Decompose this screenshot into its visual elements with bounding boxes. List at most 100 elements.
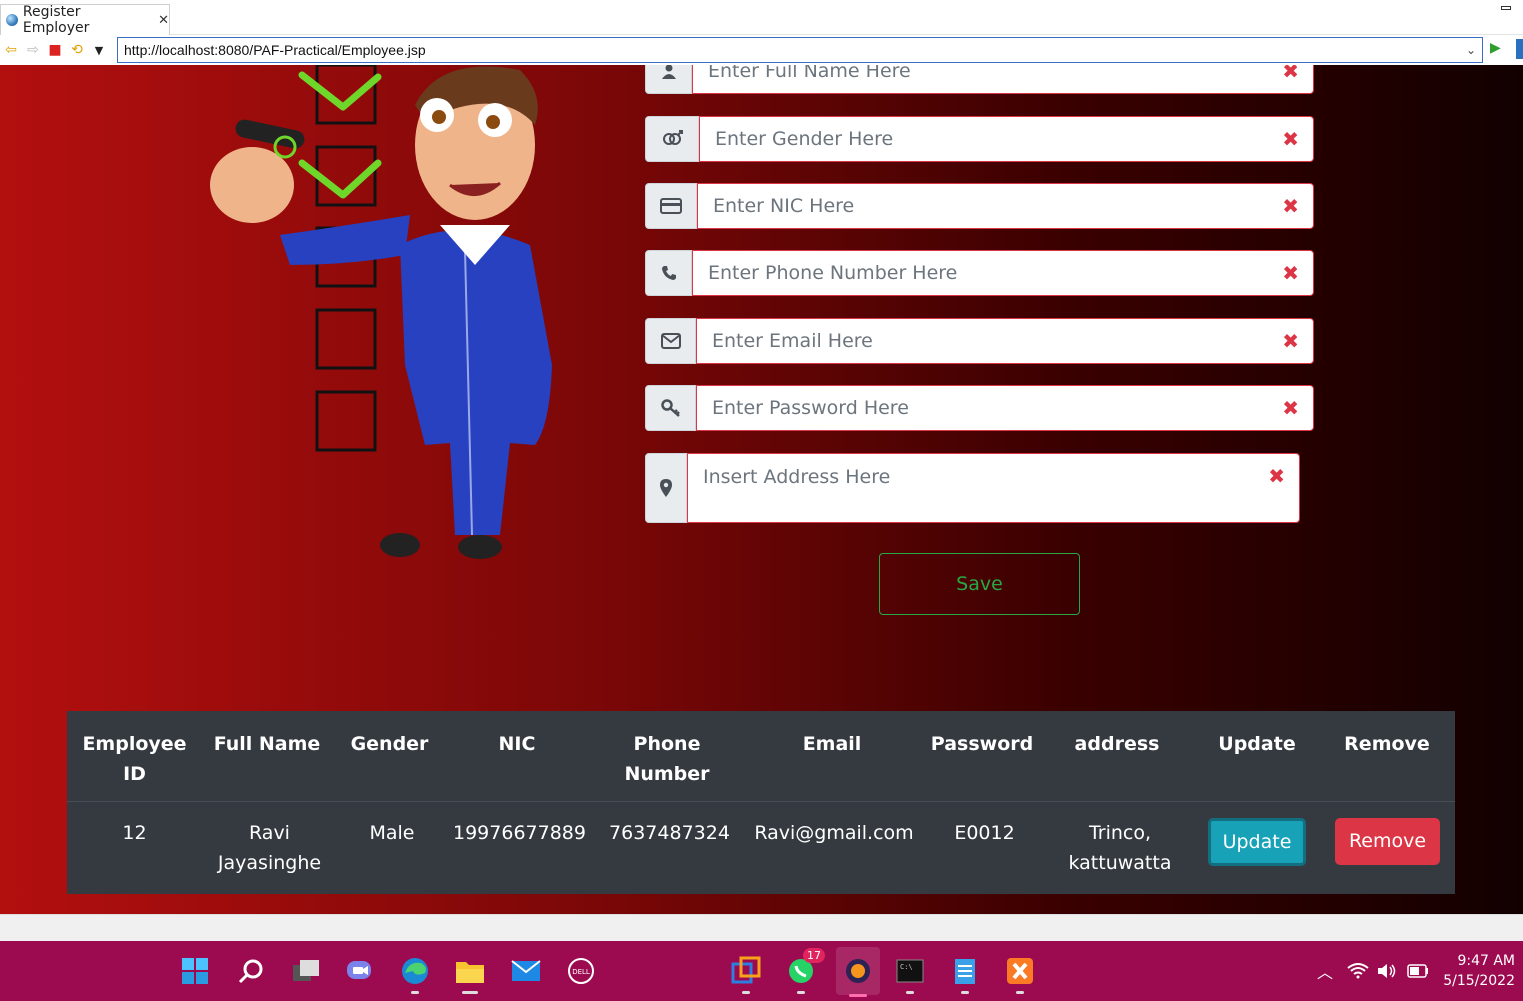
header-phone-number: Phone Number: [624, 733, 710, 785]
page-content: Enter Full Name Here ✖ Enter Gender Here…: [0, 65, 1523, 914]
gender-icon: [645, 116, 699, 162]
running-indicator: [411, 991, 419, 994]
clear-icon[interactable]: ✖: [1282, 386, 1299, 430]
address-placeholder: Insert Address Here: [703, 466, 891, 488]
header-gender: Gender: [350, 733, 429, 755]
forward-arrow-icon[interactable]: ⇨: [22, 42, 44, 58]
side-panel-handle: [1516, 39, 1523, 59]
windows-start-icon[interactable]: [180, 956, 210, 986]
clear-icon[interactable]: ✖: [1282, 184, 1299, 228]
table-header: Employee ID Full Name Gender NIC Phone N…: [67, 711, 1455, 802]
terminal-icon[interactable]: C:\: [895, 956, 925, 994]
email-input[interactable]: Enter Email Here ✖: [696, 318, 1314, 364]
running-indicator: [742, 991, 750, 994]
battery-icon[interactable]: [1403, 956, 1433, 986]
password-row: Enter Password Here ✖: [645, 385, 1314, 431]
cell-gender: Male: [369, 822, 415, 844]
key-icon: [645, 385, 696, 431]
running-indicator: [462, 991, 478, 994]
full-name-input[interactable]: Enter Full Name Here ✖: [692, 65, 1314, 94]
volume-icon[interactable]: [1372, 956, 1402, 986]
header-password: Password: [930, 733, 1034, 755]
mail-icon[interactable]: [511, 956, 541, 986]
header-remove: Remove: [1344, 733, 1430, 755]
clear-icon[interactable]: ✖: [1268, 466, 1285, 486]
id-card-icon: [645, 183, 697, 229]
search-icon[interactable]: [236, 956, 266, 986]
browser-status-bar: [0, 914, 1523, 941]
phone-icon: [645, 250, 692, 296]
map-pin-icon: [645, 453, 687, 523]
close-tab-icon[interactable]: ✕: [158, 13, 169, 28]
eclipse-ide-icon[interactable]: [836, 947, 880, 997]
header-nic: NIC: [498, 733, 536, 755]
clear-icon[interactable]: ✖: [1282, 319, 1299, 363]
cell-password: E0012: [954, 822, 1015, 844]
clear-icon[interactable]: ✖: [1282, 251, 1299, 295]
chevron-up-icon[interactable]: ︿: [1310, 956, 1340, 986]
system-clock[interactable]: 9:47 AM 5/15/2022: [1440, 951, 1515, 991]
url-bar[interactable]: http://localhost:8080/PAF-Practical/Empl…: [117, 37, 1483, 63]
remove-button[interactable]: Remove: [1335, 818, 1440, 865]
file-explorer-icon[interactable]: [455, 956, 485, 994]
gender-input[interactable]: Enter Gender Here ✖: [699, 116, 1314, 162]
email-row: Enter Email Here ✖: [645, 318, 1314, 364]
nic-row: Enter NIC Here ✖: [645, 183, 1314, 229]
notepad-icon[interactable]: [950, 956, 980, 994]
phone-input[interactable]: Enter Phone Number Here ✖: [692, 250, 1314, 296]
cell-email: Ravi@gmail.com: [754, 822, 914, 844]
user-icon: [645, 65, 692, 94]
header-full-name: Full Name: [213, 733, 321, 755]
virtual-machine-icon[interactable]: [731, 956, 761, 994]
header-update: Update: [1218, 733, 1296, 755]
browser-nav-bar: ⇦ ⇨ ■ ⟲ ▼ http://localhost:8080/PAF-Prac…: [0, 35, 1523, 65]
header-employee-id: Employee ID: [82, 733, 187, 785]
full-name-row: Enter Full Name Here ✖: [645, 65, 1314, 94]
cell-phone: 7637487324: [609, 822, 730, 844]
clear-icon[interactable]: ✖: [1282, 117, 1299, 161]
svg-text:DELL: DELL: [572, 968, 590, 976]
refresh-icon[interactable]: ⟲: [66, 42, 88, 58]
save-button[interactable]: Save: [879, 553, 1080, 615]
task-view-icon[interactable]: [291, 956, 321, 986]
chevron-down-icon[interactable]: ⌄: [1466, 38, 1476, 62]
update-button[interactable]: Update: [1208, 818, 1306, 866]
cell-nic: 19976677889: [453, 822, 586, 844]
edge-browser-icon[interactable]: [400, 956, 430, 994]
clock-date: 5/15/2022: [1443, 973, 1515, 989]
back-arrow-icon[interactable]: ⇦: [0, 42, 22, 58]
running-indicator: [906, 991, 914, 994]
go-icon[interactable]: ▶: [1490, 40, 1501, 56]
svg-text:C:\: C:\: [900, 963, 913, 971]
tab-title: Register Employer: [22, 4, 90, 36]
xampp-icon[interactable]: [1005, 956, 1035, 994]
nic-placeholder: Enter NIC Here: [713, 195, 855, 217]
nic-input[interactable]: Enter NIC Here ✖: [697, 183, 1314, 229]
gender-row: Enter Gender Here ✖: [645, 116, 1314, 162]
notification-badge: 17: [803, 948, 825, 963]
running-indicator: [961, 991, 969, 994]
stop-icon[interactable]: ■: [44, 42, 66, 58]
windows-taskbar: DELL 17 C:\ ︿ 9:47 AM 5/15/2022: [0, 941, 1523, 1001]
teams-chat-icon[interactable]: [345, 956, 375, 986]
password-input[interactable]: Enter Password Here ✖: [696, 385, 1314, 431]
address-row: Insert Address Here ✖: [645, 453, 1300, 523]
running-indicator: [1016, 991, 1024, 994]
cell-full-name: Ravi Jayasinghe: [217, 822, 322, 874]
minimize-icon[interactable]: [1501, 6, 1511, 10]
url-text: http://localhost:8080/PAF-Practical/Empl…: [124, 42, 426, 58]
globe-icon: [6, 14, 18, 26]
clock-time: 9:47 AM: [1457, 953, 1515, 969]
running-indicator: [797, 991, 805, 994]
history-dropdown-icon[interactable]: ▼: [88, 44, 110, 57]
address-textarea[interactable]: Insert Address Here ✖: [687, 453, 1300, 523]
dell-icon[interactable]: DELL: [566, 956, 596, 986]
browser-tab[interactable]: Register Employer ✕: [0, 4, 170, 36]
clear-icon[interactable]: ✖: [1282, 65, 1299, 93]
gender-placeholder: Enter Gender Here: [715, 128, 894, 150]
wifi-icon[interactable]: [1343, 956, 1373, 986]
whatsapp-icon[interactable]: 17: [786, 948, 825, 994]
employee-table: Employee ID Full Name Gender NIC Phone N…: [67, 711, 1455, 894]
header-email: Email: [802, 733, 862, 755]
password-placeholder: Enter Password Here: [712, 397, 909, 419]
